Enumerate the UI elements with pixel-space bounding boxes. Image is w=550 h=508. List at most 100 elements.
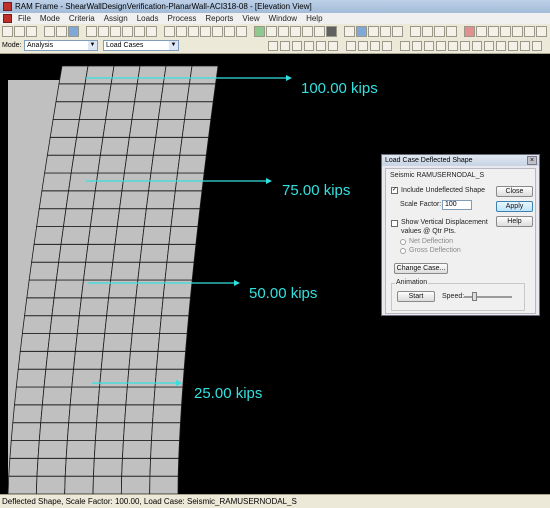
left-view-icon[interactable] (292, 41, 302, 51)
zoom-extents-icon[interactable] (134, 26, 145, 37)
axial-icon[interactable] (380, 26, 391, 37)
members-icon[interactable] (254, 26, 265, 37)
menu-view[interactable]: View (242, 14, 259, 23)
display-icon[interactable] (520, 41, 530, 51)
supports-icon[interactable] (302, 26, 313, 37)
apply-button[interactable]: Apply (496, 201, 533, 212)
chart-icon[interactable] (410, 26, 421, 37)
stress-icon[interactable] (368, 26, 379, 37)
rotate-down-icon[interactable] (382, 41, 392, 51)
refresh-icon[interactable] (176, 26, 187, 37)
envelope-icon[interactable] (446, 26, 457, 37)
menu-help[interactable]: Help (306, 14, 322, 23)
dimension-icon[interactable] (488, 26, 499, 37)
scale-factor-input[interactable]: 100 (442, 200, 472, 210)
legend-icon[interactable] (532, 41, 542, 51)
loads-icon[interactable] (290, 26, 301, 37)
back-view-icon[interactable] (280, 41, 290, 51)
help-icon[interactable] (512, 26, 523, 37)
open-icon[interactable] (14, 26, 25, 37)
help-button[interactable]: Help (496, 216, 533, 227)
close-icon[interactable]: × (527, 156, 537, 165)
right-view-icon[interactable] (304, 41, 314, 51)
menu-assign[interactable]: Assign (104, 14, 128, 23)
shear-icon[interactable] (326, 26, 337, 37)
close-view-icon[interactable] (536, 26, 547, 37)
close-button[interactable]: Close (496, 186, 533, 197)
story-icon[interactable] (476, 26, 487, 37)
box-view-icon[interactable] (56, 26, 67, 37)
zoom-out-icon[interactable] (122, 26, 133, 37)
shell-icon[interactable] (448, 41, 458, 51)
drift-icon[interactable] (464, 26, 475, 37)
mesh-element (26, 279, 57, 299)
menu-criteria[interactable]: Criteria (69, 14, 95, 23)
deflection-icon[interactable] (344, 26, 355, 37)
layout-icon[interactable] (200, 26, 211, 37)
gross-deflection-radio[interactable] (400, 248, 406, 254)
speed-slider-thumb[interactable] (471, 292, 477, 301)
plan-view-icon[interactable] (224, 26, 235, 37)
chevron-down-icon[interactable]: ▼ (88, 41, 97, 50)
net-deflection-radio[interactable] (400, 239, 406, 245)
menu-process[interactable]: Process (168, 14, 197, 23)
top-view-icon[interactable] (316, 41, 326, 51)
mesh-element (81, 83, 112, 103)
menu-window[interactable]: Window (269, 14, 297, 23)
diaphragm-icon[interactable] (314, 26, 325, 37)
diagram-icon[interactable] (434, 26, 445, 37)
select-icon[interactable] (164, 26, 175, 37)
chevron-down-icon[interactable]: ▼ (169, 41, 178, 50)
include-undeflected-checkbox[interactable]: ✓ (391, 187, 398, 194)
menu-mode[interactable]: Mode (40, 14, 60, 23)
print-icon[interactable] (26, 26, 37, 37)
change-case-button[interactable]: Change Case... (394, 263, 448, 274)
menu-reports[interactable]: Reports (205, 14, 233, 23)
column-icon[interactable] (472, 41, 482, 51)
start-button[interactable]: Start (397, 291, 435, 302)
zoom-previous-icon[interactable] (146, 26, 157, 37)
new-icon[interactable] (2, 26, 13, 37)
mesh-element (71, 368, 102, 388)
mesh-element (52, 101, 83, 120)
rotate-left-icon[interactable] (346, 41, 356, 51)
report-icon[interactable] (500, 26, 511, 37)
member-label-icon[interactable] (412, 41, 422, 51)
frames-icon[interactable] (278, 26, 289, 37)
frame-view-icon[interactable] (44, 26, 55, 37)
moment-icon[interactable] (392, 26, 403, 37)
mode-select[interactable]: Analysis ▼ (24, 40, 98, 51)
nodes-icon[interactable] (266, 26, 277, 37)
menu-file[interactable]: File (18, 14, 31, 23)
grid-icon[interactable] (212, 26, 223, 37)
front-view-icon[interactable] (268, 41, 278, 51)
wall-icon[interactable] (496, 41, 506, 51)
find-icon[interactable] (188, 26, 199, 37)
slab-icon[interactable] (508, 41, 518, 51)
elevation-icon[interactable] (236, 26, 247, 37)
rotate-right-icon[interactable] (358, 41, 368, 51)
pan-icon[interactable] (86, 26, 97, 37)
settings-icon[interactable] (524, 26, 535, 37)
mesh-element (133, 297, 164, 317)
dialog-body: Seismic RAMUSERNODAL_S ✓ Include Undefle… (385, 168, 536, 314)
load-cases-select[interactable]: Load Cases ▼ (103, 40, 179, 51)
3d-view-icon[interactable] (68, 26, 79, 37)
zoom-window-icon[interactable] (98, 26, 109, 37)
zoom-in-icon[interactable] (110, 26, 121, 37)
mesh-icon[interactable] (436, 41, 446, 51)
document-icon[interactable] (3, 14, 12, 23)
bar-chart-icon[interactable] (422, 26, 433, 37)
mode-shape-icon[interactable] (356, 26, 367, 37)
beam-icon[interactable] (484, 41, 494, 51)
mesh-element (76, 119, 107, 138)
mesh-element (70, 154, 101, 174)
menu-loads[interactable]: Loads (137, 14, 159, 23)
iso-view-icon[interactable] (328, 41, 338, 51)
wall-label-icon[interactable] (424, 41, 434, 51)
mesh-element (10, 422, 42, 441)
brace-icon[interactable] (460, 41, 470, 51)
node-label-icon[interactable] (400, 41, 410, 51)
rotate-up-icon[interactable] (370, 41, 380, 51)
show-vertical-displacement-checkbox[interactable] (391, 220, 398, 227)
